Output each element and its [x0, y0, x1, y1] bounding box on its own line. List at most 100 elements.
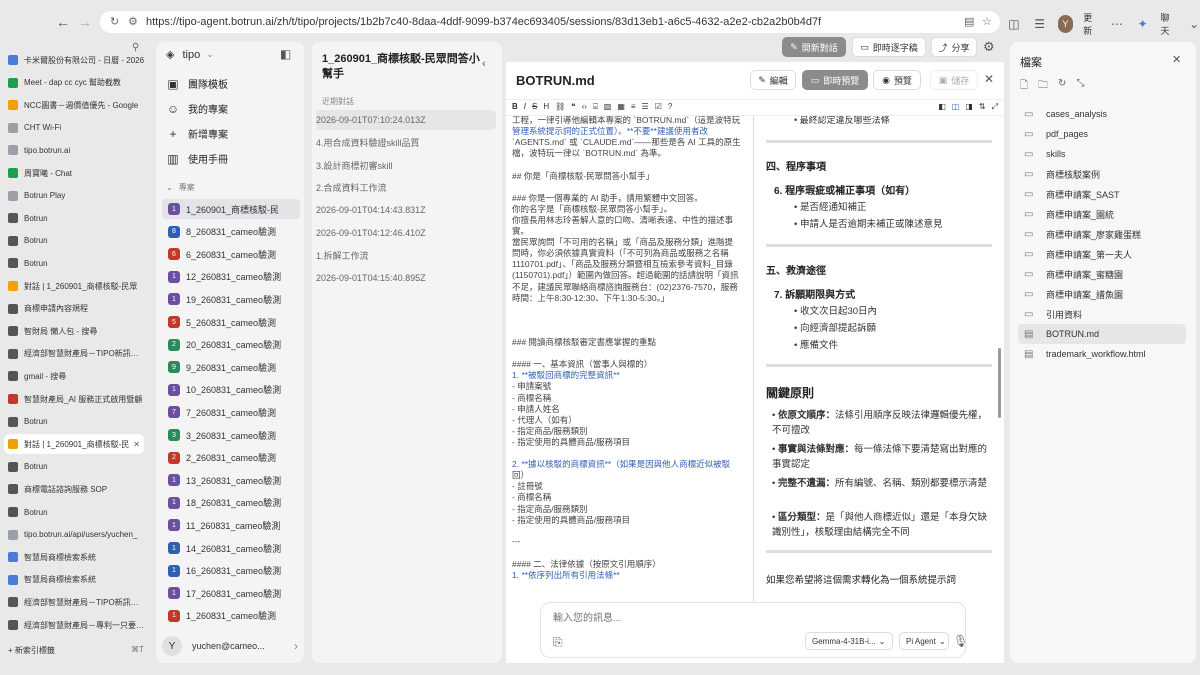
close-icon[interactable]: ✕ — [984, 72, 994, 86]
back-icon[interactable]: ← — [52, 11, 74, 33]
menu-team-templates[interactable]: ▣ 團隊模板 — [166, 76, 228, 92]
markdown-editor[interactable]: 工程，一律引導他編輯本專案的 `BOTRUN.md`（這是波特玩 管理系統提示詞的… — [506, 116, 754, 602]
project-item[interactable]: 1 13_260831_cameo驗測 — [162, 470, 300, 490]
code-icon[interactable]: ‹› — [582, 102, 587, 112]
project-item[interactable]: 8 8_260831_cameo驗測 — [162, 222, 300, 242]
project-item[interactable]: 3 3_260831_cameo驗測 — [162, 425, 300, 445]
browser-tab[interactable]: CHT Wi-Fi — [4, 118, 144, 138]
sync-scroll-icon[interactable]: ⇅ — [979, 102, 986, 112]
browser-tab[interactable]: Botrun — [4, 253, 144, 273]
folder-item[interactable]: ▭ 商標核駁案例 — [1018, 164, 1186, 184]
project-item[interactable]: 2 2_260831_cameo驗測 — [162, 448, 300, 468]
browser-tab[interactable]: tipo.botrun.ai — [4, 140, 144, 160]
browser-tab[interactable]: gmail - 搜尋 — [4, 366, 144, 386]
task-list-icon[interactable]: ☑ — [655, 102, 662, 112]
session-item[interactable]: 2026-09-01T04:12:46.410Z — [316, 223, 496, 243]
preview-button[interactable]: ◉ 預覽 — [873, 70, 921, 90]
browser-tab[interactable]: tipo.botrun.ai/api/users/yuchen_ — [4, 525, 144, 545]
browser-tab[interactable]: Meet - dap cc cyc 幫助截教 — [4, 73, 144, 93]
url-text[interactable]: https://tipo-agent.botrun.ai/zh/t/tipo/p… — [146, 16, 964, 28]
browser-tab[interactable]: Botrun Play — [4, 186, 144, 206]
link-icon[interactable]: ⛓ — [555, 102, 565, 112]
browser-tab[interactable]: 對話 | 1_260901_商標核駁-民 ✕ — [4, 434, 144, 455]
numbered-list-icon[interactable]: ☰ — [642, 102, 649, 112]
folder-item[interactable]: ▭ pdf_pages — [1018, 124, 1186, 144]
session-item[interactable]: 2026-09-01T04:15:40.895Z — [316, 268, 496, 288]
reading-list-icon[interactable]: ☰ — [1032, 15, 1048, 33]
project-item[interactable]: 1 1_260831_cameo驗測 — [162, 606, 300, 626]
project-item[interactable]: 2 20_260831_cameo驗測 — [162, 335, 300, 355]
session-item[interactable]: 1.拆解工作流 — [316, 246, 496, 266]
file-item[interactable]: ▤ BOTRUN.md — [1018, 324, 1186, 344]
browser-tab[interactable]: 對話 | 1_260901_商標核駁-民眾 — [4, 276, 144, 296]
browser-tab[interactable]: 卡米爾股份有限公司 - 日曆 - 2026 — [4, 50, 144, 70]
browser-tab[interactable]: 智慧局商標檢索系統 — [4, 570, 144, 590]
transcript-button[interactable]: ▭ 即時逐字稿 — [852, 37, 926, 57]
workspace-switcher[interactable]: ◈ tipo ⌄ — [166, 48, 214, 62]
microphone-icon[interactable]: 🎙 — [953, 634, 968, 648]
browser-tab[interactable]: 經濟部智慧財產局－TIPO新訊－智 — [4, 592, 144, 612]
project-item[interactable]: 9 9_260831_cameo驗測 — [162, 357, 300, 377]
more-menu-icon[interactable]: ⋯ — [1109, 15, 1125, 33]
project-item[interactable]: 1 1_260901_商標核駁-民 — [162, 199, 300, 219]
folder-item[interactable]: ▭ 商標申請案_蜜糖園 — [1018, 264, 1186, 284]
split-view-icon[interactable]: ◫ — [1006, 15, 1022, 33]
menu-user-manual[interactable]: ▥ 使用手冊 — [166, 151, 228, 167]
new-chat-button[interactable]: ✎ 開新對話 — [782, 37, 846, 57]
bold-icon[interactable]: B — [512, 102, 518, 112]
code-block-icon[interactable]: ⌸ — [593, 102, 598, 112]
strikethrough-icon[interactable]: S — [532, 102, 537, 112]
chevron-down-icon[interactable]: ⌄ — [1186, 15, 1200, 33]
browser-tab[interactable]: Botrun — [4, 502, 144, 522]
close-tab-icon[interactable]: ✕ — [133, 440, 140, 449]
quote-icon[interactable]: ❝ — [571, 102, 575, 112]
folder-item[interactable]: ▭ 引用資料 — [1018, 304, 1186, 324]
new-file-icon[interactable]: 🗋 — [1020, 78, 1028, 95]
agent-select[interactable]: Pi Agent ⌄ — [899, 632, 949, 650]
project-item[interactable]: 6 6_260831_cameo驗測 — [162, 244, 300, 264]
folder-item[interactable]: ▭ 商標申請案_廖家雞蛋糕 — [1018, 224, 1186, 244]
session-item[interactable]: 2026-09-01T07:10:24.013Z — [316, 110, 496, 130]
image-icon[interactable]: ▧ — [604, 102, 612, 112]
chevron-left-icon[interactable]: ‹ — [482, 58, 486, 70]
message-input[interactable] — [553, 611, 953, 625]
scrollbar[interactable] — [998, 348, 1001, 418]
preview-only-icon[interactable]: ◨ — [965, 102, 973, 112]
browser-tab[interactable]: Botrun — [4, 208, 144, 228]
update-button[interactable]: 更新 — [1083, 11, 1099, 37]
browser-tab[interactable]: 商標電話諮詢服務 SOP — [4, 479, 144, 499]
project-item[interactable]: 7 7_260831_cameo驗測 — [162, 402, 300, 422]
folder-item[interactable]: ▭ cases_analysis — [1018, 104, 1186, 124]
address-bar[interactable]: ↻ ⚙ https://tipo-agent.botrun.ai/zh/t/ti… — [100, 11, 1000, 33]
editor-only-icon[interactable]: ◧ — [938, 102, 946, 112]
live-preview-button[interactable]: ▭ 即時預覽 — [802, 70, 868, 90]
split-icon[interactable]: ◫ — [952, 102, 960, 112]
browser-tab[interactable]: Botrun — [4, 457, 144, 477]
browser-tab[interactable]: 經濟部智慧財產局－TIPO新訊－智 — [4, 344, 144, 364]
browser-tab[interactable]: 經濟部智慧財產局－專利一只要30 — [4, 615, 144, 635]
project-item[interactable]: 1 10_260831_cameo驗測 — [162, 380, 300, 400]
browser-tab[interactable]: 周寶曦 - Chat — [4, 163, 144, 183]
gemini-icon[interactable]: ✦ — [1135, 15, 1151, 33]
close-icon[interactable]: ✕ — [1172, 53, 1181, 66]
project-item[interactable]: 1 18_260831_cameo驗測 — [162, 493, 300, 513]
refresh-icon[interactable]: ↻ — [1058, 78, 1066, 95]
model-select[interactable]: Gemma-4-31B-i... ⌄ — [805, 632, 893, 650]
heading-icon[interactable]: H — [543, 102, 549, 112]
browser-tab[interactable]: 智慧局商標檢索系統 — [4, 547, 144, 567]
projects-header[interactable]: ⌄ 專案 — [166, 182, 195, 193]
folder-item[interactable]: ▭ 商標申請案_第一夫人 — [1018, 244, 1186, 264]
file-item[interactable]: ▤ trademark_workflow.html — [1018, 344, 1186, 364]
reload-icon[interactable] — [96, 11, 118, 33]
project-item[interactable]: 1 14_260831_cameo驗測 — [162, 538, 300, 558]
share-button[interactable]: ⤴ 分享 — [931, 37, 977, 57]
site-info-icon[interactable]: ⚙ — [128, 16, 140, 28]
browser-tab[interactable]: Botrun — [4, 231, 144, 251]
collapse-all-icon[interactable]: ⤡ — [1076, 78, 1084, 95]
forward-icon[interactable]: → — [74, 11, 96, 33]
project-item[interactable]: 1 11_260831_cameo驗測 — [162, 515, 300, 535]
session-item[interactable]: 2026-09-01T04:14:43.831Z — [316, 200, 496, 220]
new-tab-button[interactable]: + 新索引標籤 ⌘T — [8, 645, 144, 656]
save-button[interactable]: ▣ 儲存 — [930, 70, 978, 90]
folder-item[interactable]: ▭ 商標申請案_SAST — [1018, 184, 1186, 204]
